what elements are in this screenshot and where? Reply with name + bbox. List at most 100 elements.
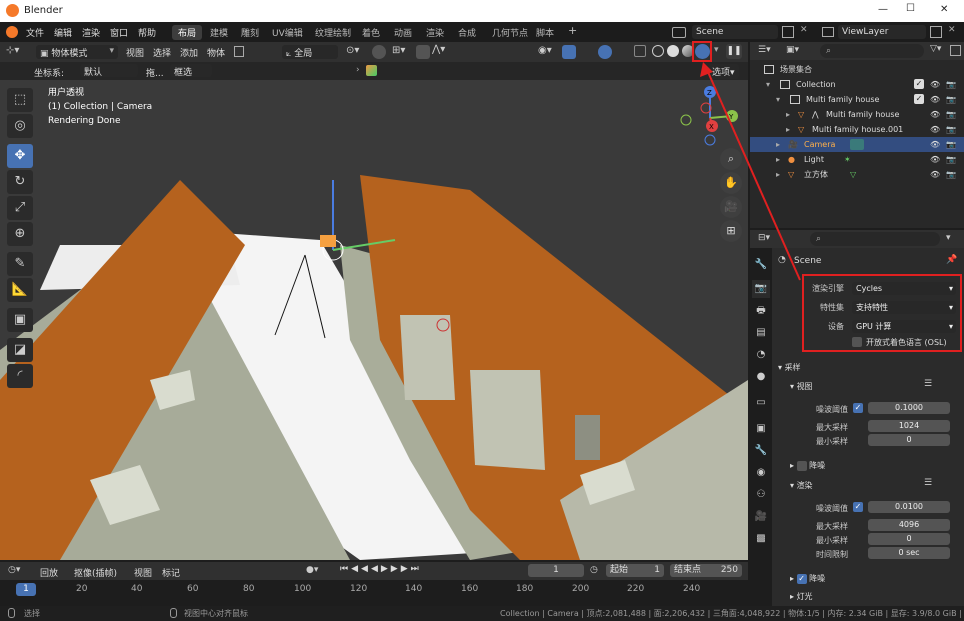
tool-cursor[interactable]: ◎ bbox=[7, 114, 33, 138]
shading-solid-icon[interactable] bbox=[667, 45, 679, 57]
tool-bend[interactable]: ◜ bbox=[7, 364, 33, 388]
tool-tab-icon[interactable]: 🔧 bbox=[752, 256, 770, 274]
workspace-tab-uv[interactable]: UV编辑 bbox=[266, 25, 309, 40]
eye-icon[interactable]: 👁 bbox=[930, 137, 940, 152]
tool-rotate[interactable]: ↻ bbox=[7, 170, 33, 194]
expand-arrow-icon[interactable]: ▸ bbox=[786, 122, 790, 137]
outliner-row-light[interactable]: ▸ ● Light ✶ 👁 📷 bbox=[750, 152, 964, 167]
3d-viewport[interactable]: 用户透视 (1) Collection | Camera Rendering D… bbox=[0, 80, 748, 560]
add-workspace-button[interactable]: + bbox=[562, 23, 583, 38]
render-subsection-header[interactable]: ▾ 渲染 bbox=[790, 480, 813, 491]
falloff-icon[interactable]: ⋀▾ bbox=[432, 44, 445, 55]
overlay-toggle-icon[interactable] bbox=[598, 45, 612, 59]
shading-wireframe-icon[interactable] bbox=[652, 45, 664, 57]
playhead[interactable]: 1 bbox=[16, 583, 36, 596]
minimize-button[interactable]: — bbox=[878, 4, 888, 15]
current-frame-field[interactable]: 1 bbox=[528, 564, 584, 577]
object-data-tab-icon[interactable]: 🎥 bbox=[752, 508, 770, 526]
keying-menu[interactable]: 抠像(插帧) bbox=[74, 566, 117, 579]
sampling-section-header[interactable]: ▾ 采样 bbox=[778, 362, 801, 373]
start-frame-field[interactable]: 起始 1 bbox=[606, 564, 664, 577]
mode-selector[interactable]: ▣ 物体模式 ▾ bbox=[36, 45, 118, 59]
viewport-subsection-header[interactable]: ▾ 视图 bbox=[790, 381, 813, 392]
outliner-row-cube[interactable]: ▸ ▽ 立方体 ▽ 👁 📷 bbox=[750, 167, 964, 182]
workspace-tab-texture-paint[interactable]: 纹理绘制 bbox=[309, 25, 357, 40]
eye-icon[interactable]: 👁 bbox=[930, 167, 940, 182]
proportional-edit-icon[interactable] bbox=[416, 45, 430, 59]
expand-arrow-icon[interactable]: ▾ bbox=[776, 92, 780, 107]
expand-arrow-icon[interactable]: ▾ bbox=[766, 77, 770, 92]
modifier-tab-icon[interactable]: 🔧 bbox=[752, 442, 770, 460]
time-limit-field[interactable]: 0 sec bbox=[868, 547, 950, 559]
workspace-tab-animation[interactable]: 动画 bbox=[388, 25, 418, 40]
workspace-tab-modeling[interactable]: 建模 bbox=[204, 25, 234, 40]
render-camera-icon[interactable]: 📷 bbox=[946, 77, 956, 92]
new-scene-icon[interactable] bbox=[782, 26, 794, 38]
snap-target-icon[interactable]: ⊞▾ bbox=[392, 45, 405, 56]
render-noise-threshold-checkbox[interactable]: ✓ bbox=[853, 502, 863, 512]
navigation-gizmo[interactable]: Z Y X bbox=[676, 84, 744, 152]
tool-scale[interactable]: ⤢ bbox=[7, 196, 33, 220]
list-icon[interactable]: ☰ bbox=[924, 379, 932, 389]
outliner-row-multi-family-house[interactable]: ▾ Multi family house ✓ 👁 📷 bbox=[750, 92, 964, 107]
perspective-grid-icon[interactable]: ⊞ bbox=[720, 220, 742, 242]
render-noise-threshold-field[interactable]: 0.0100 bbox=[868, 501, 950, 513]
eye-icon[interactable]: 👁 bbox=[930, 92, 940, 107]
object-tab-icon[interactable]: ▣ bbox=[752, 420, 770, 438]
outliner-row-collection[interactable]: ▾ Collection ✓ 👁 📷 bbox=[750, 77, 964, 92]
coord-selector[interactable]: 默认 bbox=[80, 64, 138, 78]
delete-view-layer-icon[interactable]: ✕ bbox=[948, 25, 956, 35]
timeline-view-menu[interactable]: 视图 bbox=[134, 566, 152, 579]
xray-icon[interactable] bbox=[634, 45, 646, 57]
pivot-icon[interactable]: ⊙▾ bbox=[346, 45, 359, 56]
visibility-icon[interactable]: ◉▾ bbox=[538, 45, 552, 56]
blender-menu-icon[interactable] bbox=[6, 26, 18, 38]
render-camera-icon[interactable]: 📷 bbox=[946, 92, 956, 107]
menu-file[interactable]: 文件 bbox=[26, 26, 44, 39]
timeline-editor-icon[interactable]: ◷▾ bbox=[8, 565, 20, 575]
viewport-menu-object[interactable]: 物体 bbox=[207, 46, 225, 59]
outliner-row-camera[interactable]: ▸ 🎥 Camera 👁 📷 bbox=[750, 137, 964, 152]
menu-render[interactable]: 渲染 bbox=[82, 26, 100, 39]
workspace-tab-compositing[interactable]: 合成 bbox=[452, 25, 482, 40]
expand-arrow-icon[interactable]: › bbox=[356, 65, 360, 75]
render-camera-icon[interactable]: 📷 bbox=[946, 152, 956, 167]
render-camera-icon[interactable]: 📷 bbox=[946, 107, 956, 122]
collection-tab-icon[interactable]: ▭ bbox=[752, 394, 770, 412]
playback-menu[interactable]: 回放 bbox=[40, 566, 58, 579]
viewport-max-samples-field[interactable]: 1024 bbox=[868, 420, 950, 432]
workspace-tab-scripting[interactable]: 脚本 bbox=[530, 25, 560, 40]
viewport-denoise-checkbox[interactable] bbox=[796, 460, 807, 471]
object-menu-icon[interactable] bbox=[234, 46, 244, 57]
outliner-row-multi-family-house-001[interactable]: ▸ ▽ Multi family house.001 👁 📷 bbox=[750, 122, 964, 137]
expand-arrow-icon[interactable]: ▸ bbox=[786, 107, 790, 122]
workspace-tab-layout[interactable]: 布局 bbox=[172, 25, 203, 40]
scene-tab-icon[interactable]: ◔ bbox=[752, 346, 770, 364]
world-tab-icon[interactable]: ● bbox=[752, 368, 770, 386]
workspace-tab-shading[interactable]: 着色 bbox=[356, 25, 386, 40]
outliner-row-scene-collection[interactable]: 场景集合 bbox=[750, 62, 964, 77]
outliner-search[interactable]: ⌕ bbox=[820, 44, 924, 58]
zoom-icon[interactable]: ⌕ bbox=[720, 148, 742, 170]
pin-icon[interactable]: 📌 bbox=[946, 255, 957, 265]
menu-edit[interactable]: 编辑 bbox=[54, 26, 72, 39]
new-collection-icon[interactable] bbox=[950, 45, 961, 56]
tool-shear[interactable]: ◪ bbox=[7, 338, 33, 362]
transform-orientation-selector[interactable]: ⟀ 全局 bbox=[282, 45, 338, 59]
filter-icon[interactable]: ▽▾ bbox=[930, 44, 941, 54]
display-mode-icon[interactable]: ▣▾ bbox=[786, 45, 799, 55]
pause-render-icon[interactable]: ❚❚ bbox=[726, 44, 742, 59]
menu-window[interactable]: 窗口 bbox=[110, 26, 128, 39]
expand-arrow-icon[interactable]: ▸ bbox=[776, 167, 780, 182]
properties-search[interactable]: ⌕ bbox=[810, 232, 940, 246]
render-camera-icon[interactable]: 📷 bbox=[946, 137, 956, 152]
lights-subsection-header[interactable]: ▸ 灯光 bbox=[790, 591, 813, 602]
texture-tab-icon[interactable]: ▩ bbox=[752, 530, 770, 548]
eye-icon[interactable]: 👁 bbox=[930, 122, 940, 137]
shading-options-icon[interactable]: ▾ bbox=[714, 45, 719, 55]
exclude-checkbox[interactable]: ✓ bbox=[914, 79, 924, 89]
eye-icon[interactable]: 👁 bbox=[930, 77, 940, 92]
viewport-menu-select[interactable]: 选择 bbox=[153, 46, 171, 59]
pan-hand-icon[interactable]: ✋ bbox=[720, 172, 742, 194]
render-min-samples-field[interactable]: 0 bbox=[868, 533, 950, 545]
